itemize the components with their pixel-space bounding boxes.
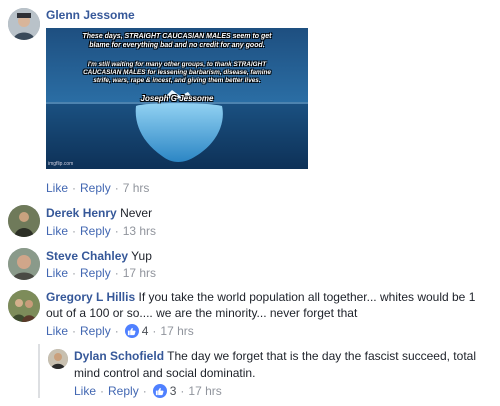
comment-text: Yup	[131, 249, 152, 263]
comment: Steve Chahley Yup	[46, 248, 152, 264]
separator: ·	[114, 266, 119, 280]
comment-author[interactable]: Derek Henry	[46, 206, 117, 220]
comment-image[interactable]: These days, STRAIGHT CAUCASIAN MALES see…	[46, 28, 308, 169]
comment-author[interactable]: Steve Chahley	[46, 249, 128, 263]
comment-actions: Like · Reply · 13 hrs	[46, 224, 156, 238]
like-link[interactable]: Like	[74, 384, 96, 398]
like-link[interactable]: Like	[46, 181, 68, 195]
like-link[interactable]: Like	[46, 266, 68, 280]
separator: ·	[152, 324, 157, 338]
reply-link[interactable]: Reply	[80, 224, 111, 238]
reply-comment: Dylan Schofield The day we forget that i…	[74, 348, 484, 382]
reply-link[interactable]: Reply	[80, 266, 111, 280]
comment: Gregory L Hillis If you take the world p…	[46, 289, 492, 321]
comment-actions: Like · Reply · 3 · 17 hrs	[74, 384, 222, 398]
comment-actions: Like · Reply · 7 hrs	[46, 181, 149, 195]
comment-author[interactable]: Dylan Schofield	[74, 349, 164, 363]
reply-link[interactable]: Reply	[108, 384, 139, 398]
separator: ·	[142, 384, 147, 398]
avatar[interactable]	[8, 248, 40, 280]
separator: ·	[180, 384, 185, 398]
timestamp[interactable]: 17 hrs	[123, 266, 156, 280]
separator: ·	[114, 324, 119, 338]
image-caption-top: These days, STRAIGHT CAUCASIAN MALES see…	[82, 33, 272, 49]
image-watermark: imgflip.com	[48, 161, 74, 167]
comment: Derek Henry Never	[46, 205, 152, 221]
comment-author[interactable]: Glenn Jessome	[46, 8, 135, 22]
comment: Glenn Jessome	[46, 8, 135, 22]
separator: ·	[100, 384, 105, 398]
reply-thread-line	[38, 344, 40, 398]
reaction-count[interactable]: 4	[124, 324, 149, 338]
avatar[interactable]	[8, 8, 40, 40]
comment-actions: Like · Reply · 17 hrs	[46, 266, 156, 280]
image-caption-body: I'm still waiting for many other groups,…	[83, 61, 271, 84]
like-link[interactable]: Like	[46, 324, 68, 338]
avatar[interactable]	[48, 349, 68, 369]
avatar[interactable]	[8, 290, 40, 322]
timestamp[interactable]: 17 hrs	[160, 324, 193, 338]
avatar[interactable]	[8, 205, 40, 237]
comment-text: Never	[120, 206, 153, 220]
timestamp[interactable]: 7 hrs	[123, 181, 150, 195]
reaction-count[interactable]: 3	[152, 384, 177, 398]
timestamp[interactable]: 17 hrs	[188, 384, 221, 398]
separator: ·	[114, 181, 119, 195]
comment-actions: Like · Reply · 4 · 17 hrs	[46, 324, 194, 338]
separator: ·	[72, 181, 77, 195]
separator: ·	[114, 224, 119, 238]
like-link[interactable]: Like	[46, 224, 68, 238]
reaction-count-value: 4	[141, 324, 149, 338]
reply-link[interactable]: Reply	[80, 181, 111, 195]
timestamp[interactable]: 13 hrs	[123, 224, 156, 238]
comment-author[interactable]: Gregory L Hillis	[46, 290, 135, 304]
separator: ·	[72, 266, 77, 280]
separator: ·	[72, 324, 77, 338]
image-signature: Joseph G Jessome	[140, 94, 214, 103]
thumbs-up-icon	[124, 324, 139, 338]
reply-link[interactable]: Reply	[80, 324, 111, 338]
thumbs-up-icon	[152, 384, 167, 398]
reaction-count-value: 3	[169, 384, 177, 398]
separator: ·	[72, 224, 77, 238]
